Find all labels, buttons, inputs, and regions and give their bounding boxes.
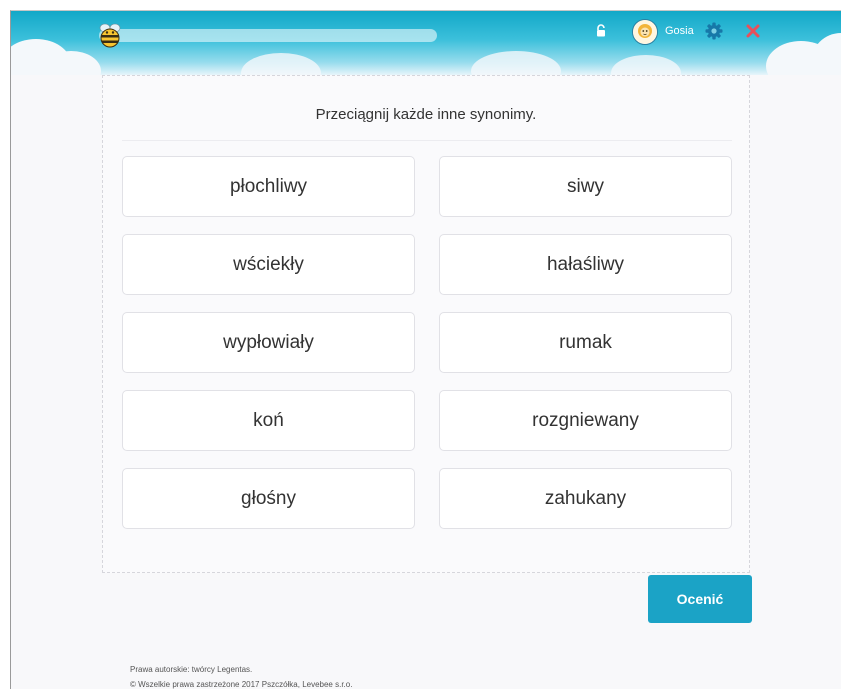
word-tile[interactable]: głośny [122, 468, 415, 529]
top-bar: Gosia [11, 11, 841, 75]
word-tile[interactable]: rozgniewany [439, 390, 732, 451]
avatar[interactable] [632, 19, 658, 45]
avatar-icon [633, 20, 657, 44]
username-label[interactable]: Gosia [665, 25, 694, 37]
lock-icon[interactable] [596, 24, 606, 38]
bee-logo-icon[interactable] [97, 22, 123, 48]
close-icon[interactable] [745, 23, 761, 39]
cloud-decoration [471, 51, 561, 75]
exercise-card: Przeciągnij każde inne synonimy. płochli… [102, 75, 750, 573]
copyright-line: Prawa autorskie: twórcy Legentas. [130, 665, 253, 674]
cloud-decoration [241, 53, 321, 75]
word-tile[interactable]: siwy [439, 156, 732, 217]
word-tile[interactable]: wściekły [122, 234, 415, 295]
exercise-instruction: Przeciągnij każde inne synonimy. [315, 106, 537, 123]
word-tile[interactable]: hałaśliwy [439, 234, 732, 295]
gear-icon[interactable] [705, 22, 723, 40]
progress-bar [99, 29, 437, 42]
divider [122, 140, 732, 141]
cloud-decoration [611, 55, 681, 75]
assess-button[interactable]: Ocenić [648, 575, 752, 623]
word-tile[interactable]: koń [122, 390, 415, 451]
word-tile[interactable]: płochliwy [122, 156, 415, 217]
word-tile[interactable]: wypłowiały [122, 312, 415, 373]
word-tile[interactable]: zahukany [439, 468, 732, 529]
app-window: Gosia Przeciągnij każde inne synonimy. p… [10, 10, 841, 689]
word-tile[interactable]: rumak [439, 312, 732, 373]
cloud-decoration [811, 33, 841, 75]
